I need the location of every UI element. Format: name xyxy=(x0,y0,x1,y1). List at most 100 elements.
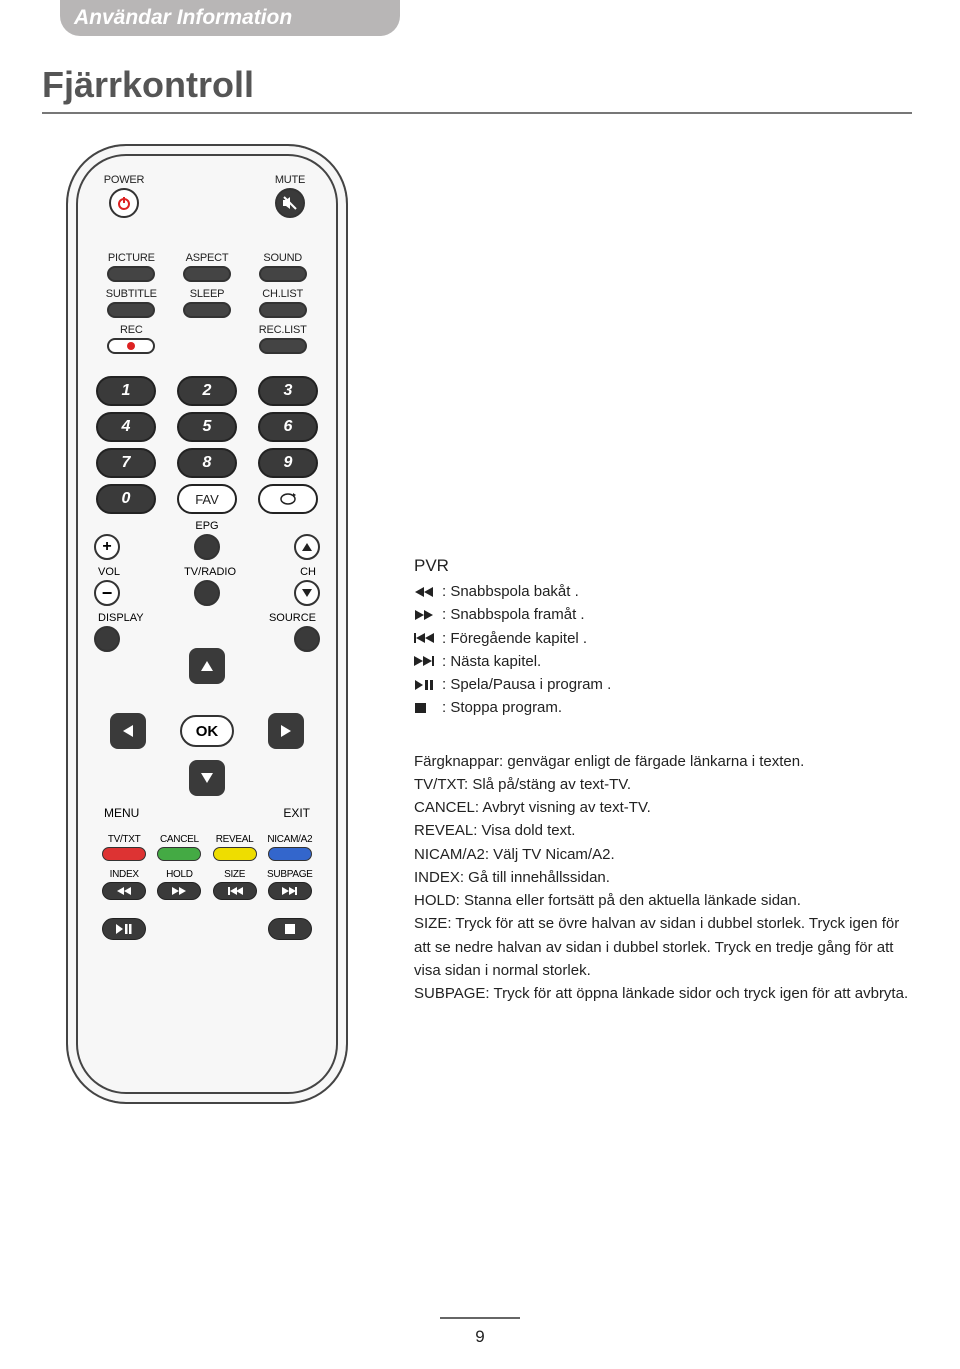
next-icon xyxy=(414,655,434,667)
left-arrow-icon xyxy=(122,724,134,738)
page-title: Fjärrkontroll xyxy=(42,64,960,106)
ch-down-button[interactable] xyxy=(294,580,320,606)
num-3[interactable]: 3 xyxy=(258,376,318,406)
vol-label: VOL xyxy=(98,566,120,578)
rec-button[interactable] xyxy=(107,338,155,354)
nicam-label: NICAM/A2 xyxy=(267,834,312,845)
rewind-icon xyxy=(414,586,434,598)
header-band: Användar Information xyxy=(60,0,400,36)
picture-button[interactable] xyxy=(107,266,155,282)
picture-label: PICTURE xyxy=(108,252,155,264)
sound-button[interactable] xyxy=(259,266,307,282)
rec-stack: REC xyxy=(94,324,169,354)
vol-plus-button[interactable]: + xyxy=(94,534,120,560)
power-button[interactable] xyxy=(109,188,139,218)
right-arrow-icon xyxy=(280,724,292,738)
index-label: INDEX xyxy=(110,869,139,880)
remote-control: POWER MUTE PICTURE xyxy=(66,144,348,1104)
source-button[interactable] xyxy=(294,626,320,652)
reclist-button[interactable] xyxy=(259,338,307,354)
reclist-label: REC.LIST xyxy=(259,324,307,336)
epg-button[interactable] xyxy=(194,534,220,560)
reveal-label: REVEAL xyxy=(216,834,254,845)
tvradio-button[interactable] xyxy=(194,580,220,606)
num-4[interactable]: 4 xyxy=(96,412,156,442)
vol-minus-button[interactable]: − xyxy=(94,580,120,606)
description-block: Färgknappar: genvägar enligt de färgade … xyxy=(414,750,912,1006)
num-9[interactable]: 9 xyxy=(258,448,318,478)
pvr-item: : Snabbspola bakåt . xyxy=(414,580,912,603)
down-triangle-icon xyxy=(301,588,313,598)
header-title: Användar Information xyxy=(74,6,292,29)
index-button[interactable] xyxy=(102,882,146,900)
num-5[interactable]: 5 xyxy=(177,412,237,442)
desc-line: TV/TXT: Slå på/stäng av text-TV. xyxy=(414,773,912,796)
subpage-label: SUBPAGE xyxy=(267,869,313,880)
stop-button[interactable] xyxy=(268,918,312,940)
arrow-down-button[interactable] xyxy=(189,760,225,796)
tvtxt-button[interactable] xyxy=(102,847,146,861)
desc-line: SIZE: Tryck för att se övre halvan av si… xyxy=(414,912,912,982)
sleep-button[interactable] xyxy=(183,302,231,318)
num-7[interactable]: 7 xyxy=(96,448,156,478)
picture-stack: PICTURE xyxy=(94,252,169,282)
size-label: SIZE xyxy=(224,869,245,880)
down-arrow-icon xyxy=(200,772,214,784)
next-icon xyxy=(282,886,298,896)
num-1[interactable]: 1 xyxy=(96,376,156,406)
arrow-up-button[interactable] xyxy=(189,648,225,684)
hold-button[interactable] xyxy=(157,882,201,900)
up-triangle-icon xyxy=(301,542,313,552)
pvr-item: : Snabbspola framåt . xyxy=(414,603,912,626)
num-2[interactable]: 2 xyxy=(177,376,237,406)
display-button[interactable] xyxy=(94,626,120,652)
desc-line: HOLD: Stanna eller fortsätt på den aktue… xyxy=(414,889,912,912)
mute-button[interactable] xyxy=(275,188,305,218)
ok-button[interactable]: OK xyxy=(180,715,234,747)
aspect-label: ASPECT xyxy=(186,252,229,264)
num-6[interactable]: 6 xyxy=(258,412,318,442)
title-rule xyxy=(42,112,912,114)
arrow-left-button[interactable] xyxy=(110,713,146,749)
subtitle-label: SUBTITLE xyxy=(106,288,157,300)
subtitle-stack: SUBTITLE xyxy=(94,288,169,318)
reclist-stack: REC.LIST xyxy=(245,324,320,354)
desc-line: NICAM/A2: Välj TV Nicam/A2. xyxy=(414,843,912,866)
cancel-label: CANCEL xyxy=(160,834,199,845)
pvr-item: : Föregående kapitel . xyxy=(414,627,912,650)
play-pause-button[interactable] xyxy=(102,918,146,940)
prev-icon xyxy=(414,632,434,644)
cancel-button[interactable] xyxy=(157,847,201,861)
size-button[interactable] xyxy=(213,882,257,900)
loop-button[interactable] xyxy=(258,484,318,514)
pvr-item: : Stoppa program. xyxy=(414,696,912,719)
num-8[interactable]: 8 xyxy=(177,448,237,478)
desc-line: REVEAL: Visa dold text. xyxy=(414,819,912,842)
menu-label: MENU xyxy=(104,806,139,820)
num-0[interactable]: 0 xyxy=(96,484,156,514)
ch-up-button[interactable] xyxy=(294,534,320,560)
fav-button[interactable]: FAV xyxy=(177,484,237,514)
sound-label: SOUND xyxy=(263,252,302,264)
ffwd-icon xyxy=(414,609,434,621)
aspect-button[interactable] xyxy=(183,266,231,282)
nicam-button[interactable] xyxy=(268,847,312,861)
tvradio-label: TV/RADIO xyxy=(184,566,236,578)
desc-line: INDEX: Gå till innehållssidan. xyxy=(414,866,912,889)
chlist-stack: CH.LIST xyxy=(245,288,320,318)
subpage-button[interactable] xyxy=(268,882,312,900)
subtitle-button[interactable] xyxy=(107,302,155,318)
chlist-button[interactable] xyxy=(259,302,307,318)
reveal-button[interactable] xyxy=(213,847,257,861)
pvr-item: : Nästa kapitel. xyxy=(414,650,912,673)
pvr-text: : Stoppa program. xyxy=(442,696,562,719)
arrow-right-button[interactable] xyxy=(268,713,304,749)
desc-line: SUBPAGE: Tryck för att öppna länkade sid… xyxy=(414,982,912,1005)
nav-cluster: OK xyxy=(94,666,320,796)
sleep-label: SLEEP xyxy=(190,288,224,300)
tvtxt-label: TV/TXT xyxy=(108,834,141,845)
page-number: 9 xyxy=(475,1327,484,1347)
epg-label: EPG xyxy=(195,520,218,532)
mute-icon xyxy=(281,194,299,212)
rewind-icon xyxy=(116,886,132,896)
